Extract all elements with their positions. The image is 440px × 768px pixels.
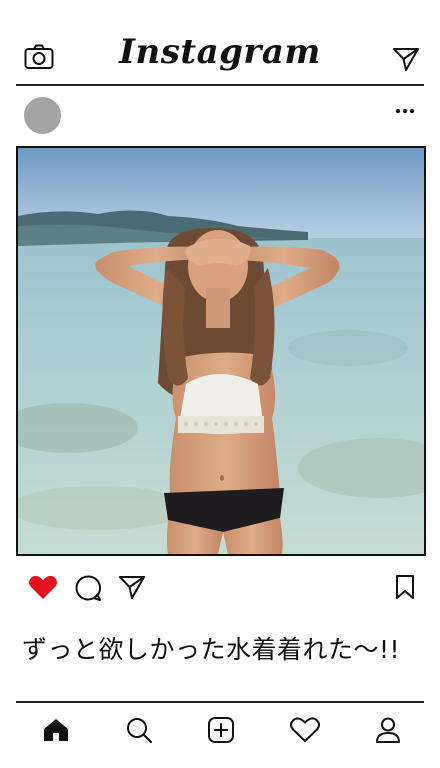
bottom-nav-divider [16,701,424,703]
paper-plane-icon[interactable] [392,46,420,72]
post-caption: ずっと欲しかった水着着れた〜!! [22,635,401,664]
search-icon[interactable] [125,716,153,744]
home-icon[interactable] [42,717,70,743]
paper-plane-icon[interactable] [118,574,146,600]
avatar[interactable] [24,97,61,134]
bookmark-icon[interactable] [394,574,416,600]
heart-outline-icon[interactable] [290,716,320,743]
post-photo[interactable] [16,146,426,556]
header-divider [16,84,424,86]
top-bar: Instagram [0,0,440,86]
app-logo: Instagram [119,32,321,72]
heart-filled-icon[interactable] [28,574,58,600]
add-post-icon[interactable] [207,716,235,744]
comment-bubble-icon[interactable] [74,574,102,602]
profile-icon[interactable] [375,716,401,744]
more-dots-icon[interactable] [394,104,416,118]
photo-beach-scene [18,148,424,554]
